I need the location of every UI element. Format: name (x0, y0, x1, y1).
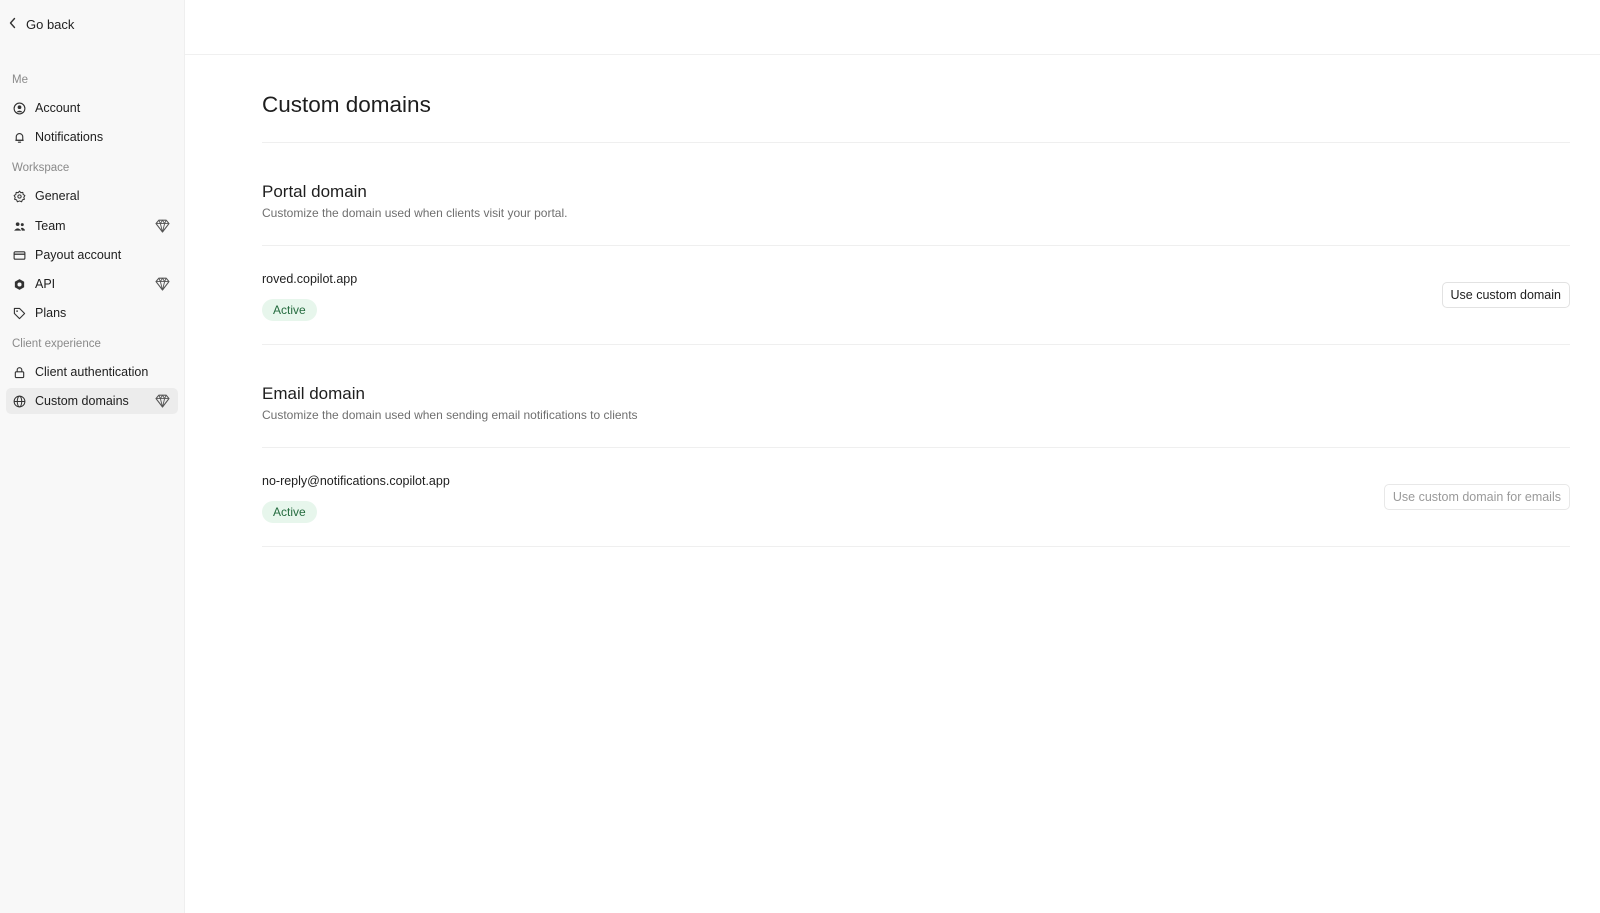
sidebar-item-api[interactable]: API (6, 271, 178, 297)
lock-icon (13, 366, 26, 379)
sidebar-item-custom-domains[interactable]: Custom domains (6, 388, 178, 414)
tag-icon (13, 307, 26, 320)
sidebar-item-label: Account (35, 101, 81, 115)
use-custom-domain-button[interactable]: Use custom domain (1441, 282, 1570, 308)
sidebar-item-notifications[interactable]: Notifications (6, 124, 178, 150)
sidebar-item-general[interactable]: General (6, 183, 178, 209)
section-label-workspace: Workspace (12, 162, 70, 174)
sidebar-item-label: Notifications (35, 130, 104, 144)
sidebar-item-label: Client authentication (35, 365, 149, 379)
diamond-icon (155, 277, 170, 291)
portal-domain-description: Customize the domain used when clients v… (262, 206, 568, 220)
use-custom-domain-for-emails-button[interactable]: Use custom domain for emails (1383, 484, 1570, 510)
status-badge: Active (262, 501, 317, 523)
divider (262, 142, 1570, 143)
section-label-me: Me (12, 74, 28, 86)
sidebar-item-label: Team (35, 219, 66, 233)
sidebar-item-account[interactable]: Account (6, 95, 178, 121)
bell-icon (13, 131, 26, 144)
chevron-left-icon (8, 17, 18, 32)
api-icon (13, 278, 26, 291)
divider (262, 546, 1570, 547)
go-back-label: Go back (26, 16, 75, 32)
sidebar-item-label: Custom domains (35, 394, 129, 408)
go-back-link[interactable]: Go back (8, 14, 74, 34)
users-icon (13, 220, 26, 233)
page-title: Custom domains (262, 92, 431, 117)
sidebar-item-label: API (35, 277, 56, 291)
status-badge: Active (262, 299, 317, 321)
user-circle-icon (13, 102, 26, 115)
email-address-value: no-reply@notifications.copilot.app (262, 474, 450, 488)
section-label-client-experience: Client experience (12, 338, 101, 350)
divider (262, 447, 1570, 448)
credit-card-icon (13, 249, 26, 262)
portal-domain-value: roved.copilot.app (262, 272, 358, 286)
sidebar-item-label: General (35, 189, 80, 203)
settings-sidebar: Go back Me Account Notifications Workspa… (0, 0, 185, 913)
top-bar (185, 0, 1600, 55)
sidebar-item-label: Plans (35, 306, 67, 320)
sidebar-item-team[interactable]: Team (6, 213, 178, 239)
portal-domain-heading: Portal domain (262, 182, 367, 201)
gear-icon (13, 190, 26, 203)
email-domain-description: Customize the domain used when sending e… (262, 408, 638, 422)
sidebar-item-plans[interactable]: Plans (6, 300, 178, 326)
sidebar-item-client-authentication[interactable]: Client authentication (6, 359, 178, 385)
diamond-icon (155, 394, 170, 408)
divider (262, 344, 1570, 345)
diamond-icon (155, 219, 170, 233)
email-domain-heading: Email domain (262, 384, 365, 403)
sidebar-item-label: Payout account (35, 248, 122, 262)
globe-icon (13, 395, 26, 408)
sidebar-item-payout-account[interactable]: Payout account (6, 242, 178, 268)
divider (262, 245, 1570, 246)
